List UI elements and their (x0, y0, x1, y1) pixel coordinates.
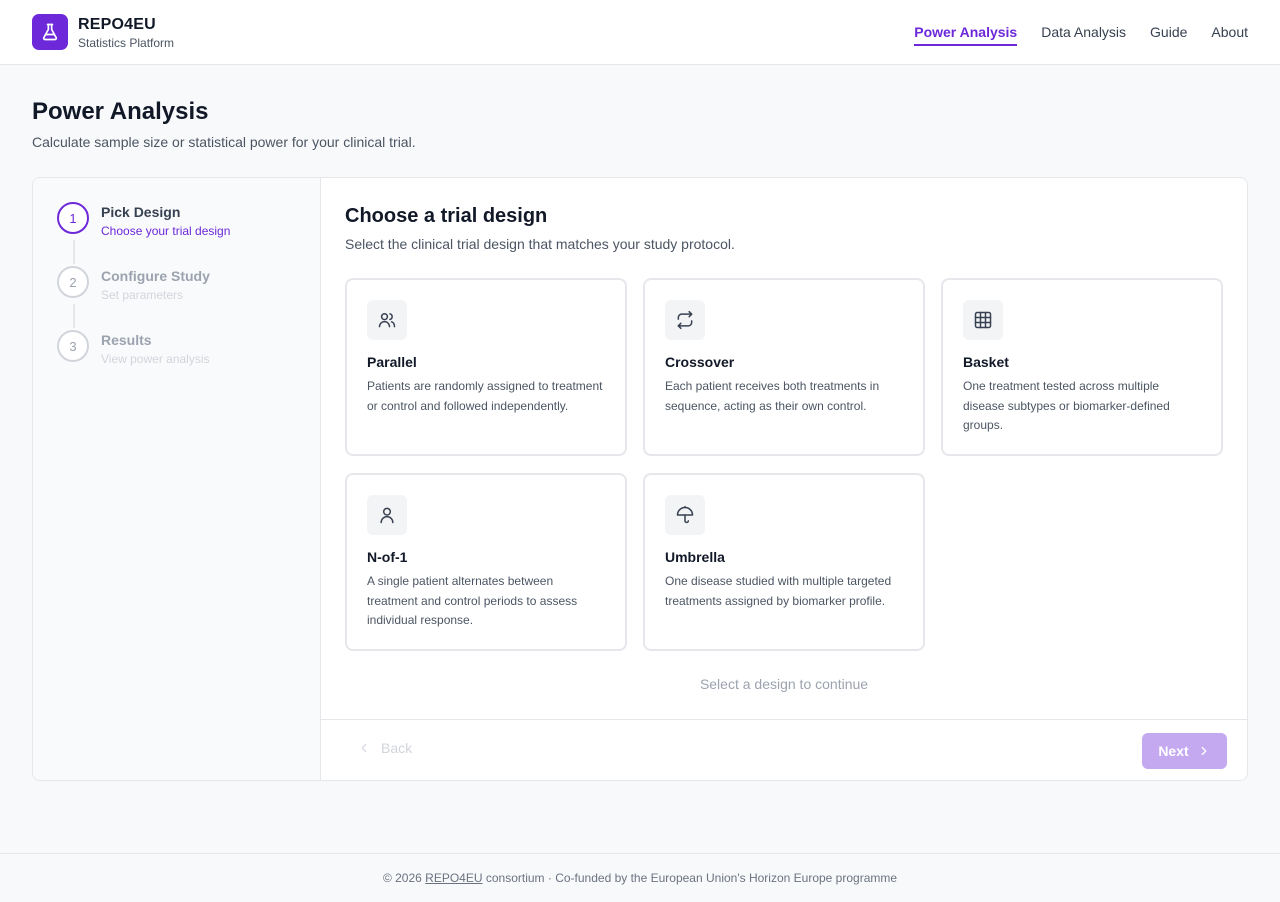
next-button[interactable]: Next (1142, 733, 1227, 769)
nav-guide[interactable]: Guide (1150, 20, 1187, 44)
step-connector (73, 240, 75, 264)
step-description: Set parameters (101, 288, 184, 302)
step-connector (73, 304, 75, 328)
design-description: Each patient receives both treatments in… (665, 379, 880, 413)
brand-title[interactable]: REPO4EU (78, 16, 156, 34)
back-button[interactable]: Back (357, 740, 412, 756)
design-name: Basket (963, 354, 1009, 370)
wizard-panel: 1 Pick Design Choose your trial design 2… (32, 177, 1248, 781)
page-subtitle: Calculate sample size or statistical pow… (32, 134, 416, 150)
step-title: Pick Design (101, 204, 181, 220)
step-title: Results (101, 332, 152, 348)
footer-copyright: © 2026 (382, 871, 426, 885)
design-card-parallel[interactable]: Parallel Patients are randomly assigned … (345, 278, 627, 456)
step-configure-study[interactable]: 2 Configure Study Set parameters (57, 266, 297, 306)
design-card-umbrella[interactable]: Umbrella One disease studied with multip… (643, 473, 925, 651)
footer-funding-text: consortium · Co-funded by the European U… (482, 871, 898, 885)
step-description: Choose your trial design (101, 224, 231, 238)
design-name: Parallel (367, 354, 417, 370)
design-description: Patients are randomly assigned to treatm… (367, 379, 603, 413)
step-description: View power analysis (101, 352, 210, 366)
brand-subtitle: Statistics Platform (78, 36, 175, 50)
step-number: 2 (57, 266, 89, 298)
design-chooser: Choose a trial design Select the clinica… (321, 178, 1247, 780)
design-card-basket[interactable]: Basket One treatment tested across multi… (941, 278, 1223, 456)
design-description: A single patient alternates between trea… (367, 574, 578, 627)
site-footer: © 2026 REPO4EU consortium · Co-funded by… (0, 853, 1280, 902)
design-description: One treatment tested across multiple dis… (963, 379, 1170, 432)
nav-power-analysis[interactable]: Power Analysis (914, 20, 1017, 46)
page-title: Power Analysis (32, 98, 209, 125)
step-number: 1 (57, 202, 89, 234)
step-results[interactable]: 3 Results View power analysis (57, 330, 297, 370)
step-title: Configure Study (101, 268, 210, 284)
nav-data-analysis[interactable]: Data Analysis (1041, 20, 1126, 44)
nav-about[interactable]: About (1211, 20, 1248, 44)
design-card-n-of-1[interactable]: N-of-1 A single patient alternates betwe… (345, 473, 627, 651)
umbrella-icon (665, 495, 705, 535)
next-label: Next (1158, 743, 1189, 759)
chevron-left-icon (361, 743, 367, 753)
selection-hint: Select a design to continue (699, 676, 869, 692)
section-title: Choose a trial design (345, 205, 548, 227)
main-nav: Power Analysis Data Analysis Guide About (914, 0, 1248, 64)
step-number: 3 (57, 330, 89, 362)
chevron-right-icon (1201, 746, 1207, 756)
wizard-footer: Back Next (321, 719, 1247, 780)
footer-repo4eu-link[interactable]: REPO4EU (425, 871, 482, 885)
step-pick-design[interactable]: 1 Pick Design Choose your trial design (57, 202, 297, 242)
section-subtitle: Select the clinical trial design that ma… (345, 236, 735, 252)
grid-icon (963, 300, 1003, 340)
top-navbar: REPO4EU Statistics Platform Power Analys… (0, 0, 1280, 65)
design-card-crossover[interactable]: Crossover Each patient receives both tre… (643, 278, 925, 456)
design-name: Crossover (665, 354, 735, 370)
users-icon (367, 300, 407, 340)
design-name: Umbrella (665, 549, 725, 565)
design-description: One disease studied with multiple target… (665, 574, 892, 608)
flask-icon[interactable] (32, 14, 68, 50)
design-name: N-of-1 (367, 549, 408, 565)
back-label: Back (381, 740, 413, 756)
user-icon (367, 495, 407, 535)
repeat-icon (665, 300, 705, 340)
steps-sidebar: 1 Pick Design Choose your trial design 2… (33, 178, 321, 780)
